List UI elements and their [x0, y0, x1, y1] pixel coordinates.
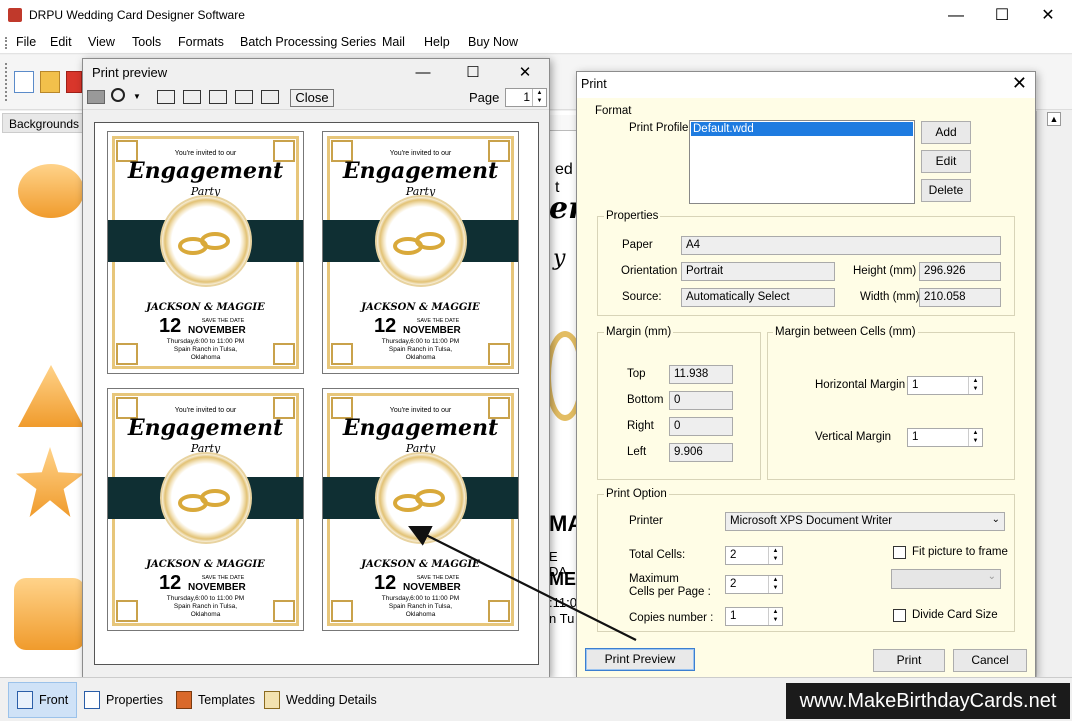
website-watermark: www.MakeBirthdayCards.net [786, 683, 1070, 719]
tab-properties[interactable]: Properties [76, 682, 171, 718]
tab-front-label: Front [39, 693, 69, 707]
wedding-details-icon [264, 691, 280, 709]
tab-properties-label: Properties [106, 693, 163, 707]
front-page-icon [17, 691, 33, 709]
tab-wedding-details[interactable]: Wedding Details [256, 682, 385, 718]
tab-templates-label: Templates [198, 693, 255, 707]
tab-wedding-details-label: Wedding Details [286, 693, 377, 707]
tab-front[interactable]: Front [8, 682, 78, 718]
templates-icon [176, 691, 192, 709]
annotation-arrow [408, 526, 637, 641]
properties-icon [84, 691, 100, 709]
tab-templates[interactable]: Templates [168, 682, 263, 718]
